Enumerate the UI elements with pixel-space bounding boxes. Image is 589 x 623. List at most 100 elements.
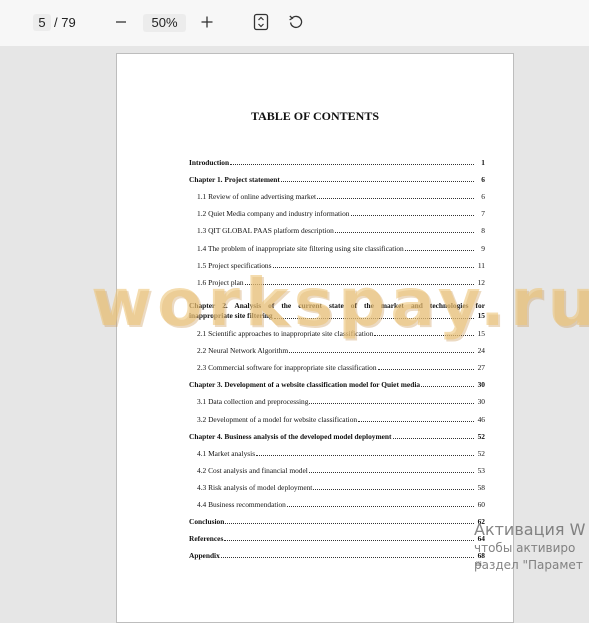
toc-entry-label: 1.6 Project plan [197, 277, 244, 287]
toc-dots [272, 266, 474, 268]
toc-entry[interactable]: 4.4 Business recommendation 60 [189, 492, 485, 509]
toc-entry-label: References [189, 534, 224, 544]
toc-entry-label: Chapter 1. Project statement [189, 175, 280, 185]
toc-entry[interactable]: 3.1 Data collection and preprocessing 30 [189, 389, 485, 406]
toc-entry-label: Chapter 3. Development of a website clas… [189, 380, 421, 390]
toc-entry-page: 6 [481, 192, 485, 202]
toc-entry-page: 8 [481, 226, 485, 236]
toc-entry[interactable]: Chapter 3. Development of a website clas… [189, 372, 485, 389]
toc-dots [230, 164, 474, 166]
toc-entry-wrap: Chapter 2. Analysis of the current state… [189, 301, 485, 321]
zoom-in-button[interactable] [196, 11, 218, 33]
toc-dots [377, 369, 474, 371]
toc-entry[interactable]: Chapter 4. Business analysis of the deve… [189, 424, 485, 441]
toc-entry-page: 52 [477, 431, 485, 441]
toc-entry-label-cont: inappropriate site filtering [189, 310, 273, 320]
activation-line: чтобы активиро [474, 541, 576, 555]
toc-entry[interactable]: 1.3 QIT GLOBAL PAAS platform description… [189, 218, 485, 235]
toc-entry[interactable]: References 64 [189, 526, 485, 543]
toc-dots [280, 181, 474, 183]
toc-dots [256, 454, 474, 456]
toc-entry[interactable]: 2.3 Commercial software for inappropriat… [189, 355, 485, 372]
toc-entry-page: 53 [477, 465, 485, 475]
toc-entry[interactable]: Chapter 2. Analysis of the current state… [189, 287, 485, 321]
toc-entry-page: 6 [481, 175, 485, 185]
zoom-level[interactable]: 50% [143, 14, 186, 32]
pdf-toolbar: / 79 50% [0, 0, 589, 46]
toc-dots [289, 352, 474, 354]
toc-list: Introduction 1 Chapter 1. Project stateme… [189, 150, 485, 560]
toc-entry-label: 1.5 Project specifications [197, 260, 272, 270]
toc-entry-label: 1.4 The problem of inappropriate site fi… [197, 243, 404, 253]
toc-entry-label: 4.1 Market analysis [197, 448, 256, 458]
toc-entry-label: Introduction [189, 158, 230, 168]
toc-entry-label: 2.2 Neural Network Algorithm [197, 346, 289, 356]
toc-dots [220, 557, 474, 559]
toc-dots [244, 283, 474, 285]
toc-entry-label: 1.3 QIT GLOBAL PAAS platform description [197, 226, 334, 236]
toc-dots [273, 317, 474, 319]
toc-entry-page: 7 [481, 209, 485, 219]
toc-title: TABLE OF CONTENTS [250, 109, 380, 123]
toc-entry[interactable]: 4.1 Market analysis 52 [189, 441, 485, 458]
toc-entry-page: 11 [477, 260, 485, 270]
toc-dots [309, 403, 474, 405]
toc-entry[interactable]: 2.1 Scientific approaches to inappropria… [189, 321, 485, 338]
page-total: / 79 [54, 15, 76, 30]
toc-entry[interactable]: Introduction 1 [189, 150, 485, 167]
toc-dots [358, 420, 474, 422]
toc-dots [350, 215, 474, 217]
toc-entry[interactable]: 4.2 Cost analysis and financial model 53 [189, 458, 485, 475]
toc-entry-page: 27 [477, 363, 485, 373]
toc-entry-label: 3.2 Development of a model for website c… [197, 414, 358, 424]
toc-entry-label: 1.2 Quiet Media company and industry inf… [197, 209, 350, 219]
toc-entry-label: 4.2 Cost analysis and financial model [197, 465, 308, 475]
toc-entry-page: 30 [477, 397, 485, 407]
page-number-input[interactable] [33, 14, 51, 31]
rotate-button[interactable] [285, 11, 307, 33]
toc-entry[interactable]: 1.5 Project specifications 11 [189, 253, 485, 270]
toc-entry-label: 1.1 Review of online advertising market [197, 192, 317, 202]
toc-entry[interactable]: 3.2 Development of a model for website c… [189, 406, 485, 424]
toc-dots [334, 232, 474, 234]
toc-entry[interactable]: 1.4 The problem of inappropriate site fi… [189, 235, 485, 253]
toc-entry-line2: inappropriate site filtering 15 [189, 311, 485, 321]
plus-icon [201, 16, 213, 28]
document-page: TABLE OF CONTENTS Introduction 1 Chapter … [116, 53, 514, 623]
toc-dots [313, 488, 474, 490]
toc-entry[interactable]: Conclusion 62 [189, 509, 485, 526]
windows-activation-notice: Активация W чтобы активиро раздел "Парам… [474, 520, 585, 574]
toc-entry-label: Chapter 4. Business analysis of the deve… [189, 431, 392, 441]
toc-entry[interactable]: 1.6 Project plan 12 [189, 270, 485, 287]
toc-entry[interactable]: 1.1 Review of online advertising market 6 [189, 184, 485, 201]
toc-dots [225, 523, 474, 525]
toc-entry-page: 52 [477, 448, 485, 458]
toc-entry-label: 3.1 Data collection and preprocessing [197, 397, 309, 407]
toc-entry-page: 58 [477, 482, 485, 492]
fit-page-icon [253, 13, 269, 31]
toc-entry-label: 4.3 Risk analysis of model deployment [197, 482, 313, 492]
toc-entry-page: 1 [481, 158, 485, 168]
toc-entry[interactable]: 1.2 Quiet Media company and industry inf… [189, 201, 485, 218]
toc-dots [224, 540, 474, 542]
toc-entry-label: Conclusion [189, 517, 225, 527]
fit-page-button[interactable] [250, 11, 272, 33]
toc-entry-page: 12 [477, 277, 485, 287]
toc-dots [308, 471, 474, 473]
toc-dots [286, 505, 474, 507]
activation-line: раздел "Парамет [474, 558, 583, 572]
rotate-icon [289, 15, 303, 29]
toc-entry[interactable]: 4.3 Risk analysis of model deployment 58 [189, 475, 485, 492]
toc-entry-label: 2.1 Scientific approaches to inappropria… [197, 329, 374, 339]
toc-entry[interactable]: 2.2 Neural Network Algorithm 24 [189, 338, 485, 355]
toc-entry-page: 30 [477, 380, 485, 390]
activation-title: Активация W [474, 520, 586, 539]
toc-entry-page: 9 [481, 243, 485, 253]
toc-entry[interactable]: Appendix 68 [189, 543, 485, 560]
toc-entry[interactable]: Chapter 1. Project statement 6 [189, 167, 485, 184]
zoom-out-button[interactable] [110, 11, 132, 33]
toc-entry-page: 24 [477, 346, 485, 356]
toc-entry-page: 46 [477, 414, 485, 424]
toc-entry-label: Chapter 2. Analysis of the current state… [189, 300, 485, 310]
toc-entry-page: 15 [477, 310, 485, 320]
